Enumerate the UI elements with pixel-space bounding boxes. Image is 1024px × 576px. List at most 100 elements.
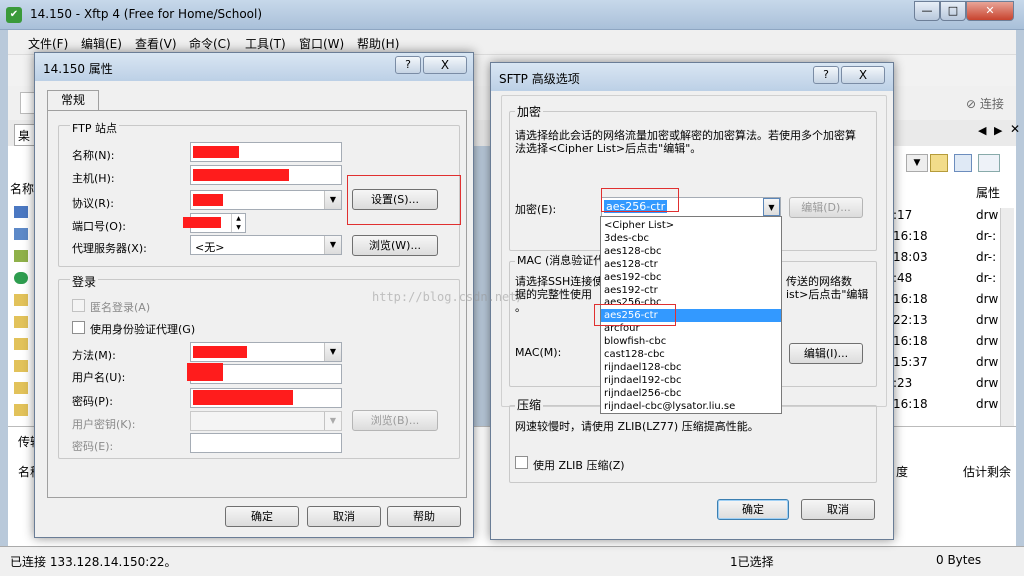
tab-general[interactable]: 常规 <box>47 90 99 110</box>
remote-row-attr[interactable]: dr-: <box>976 271 996 285</box>
cipher-edit-button[interactable]: 编辑(D)... <box>789 197 863 218</box>
cipher-option[interactable]: 3des-cbc <box>601 232 781 245</box>
parent-folder-icon[interactable] <box>930 154 948 172</box>
cipher-option[interactable]: aes192-ctr <box>601 284 781 297</box>
status-size: 0 Bytes <box>936 553 982 567</box>
annotation-box <box>347 175 461 225</box>
protocol-select[interactable]: ▼ <box>190 190 342 210</box>
remote-row-attr[interactable]: drw <box>976 397 998 411</box>
protocol-label: 协议(R): <box>72 197 114 210</box>
maximize-icon[interactable]: □ <box>940 1 966 21</box>
remote-row-attr[interactable]: drw <box>976 292 998 306</box>
chevron-down-icon: ▼ <box>324 412 341 430</box>
passphrase-input[interactable] <box>190 433 342 453</box>
cipher-option[interactable]: aes128-ctr <box>601 258 781 271</box>
remote-row-time[interactable]: 16:18 <box>893 334 928 348</box>
remote-row-time[interactable]: :23 <box>893 376 912 390</box>
remote-row-time[interactable]: 16:18 <box>893 229 928 243</box>
close-icon[interactable]: X <box>423 56 467 74</box>
remote-row-time[interactable]: 18:03 <box>893 250 928 264</box>
transfer-remaining-header[interactable]: 估计剩余 <box>963 463 1011 480</box>
ok-button[interactable]: 确定 <box>225 506 299 527</box>
password-input[interactable] <box>190 388 342 408</box>
cipher-option[interactable]: aes192-cbc <box>601 271 781 284</box>
help-icon[interactable]: ? <box>395 56 421 74</box>
cipher-option[interactable]: aes128-cbc <box>601 245 781 258</box>
username-input[interactable] <box>187 363 342 384</box>
close-icon[interactable]: ✕ <box>966 1 1014 21</box>
menu-tools[interactable]: 工具(T) <box>245 35 286 52</box>
menu-window[interactable]: 窗口(W) <box>299 35 344 52</box>
tab-scroll-left-icon[interactable]: ◀ <box>978 124 986 137</box>
menu-file[interactable]: 文件(F) <box>28 35 68 52</box>
port-spinner-icon[interactable]: ▲ ▼ <box>231 214 245 232</box>
cancel-button[interactable]: 取消 <box>801 499 875 520</box>
cipher-option[interactable]: rijndael-cbc@lysator.liu.se <box>601 400 781 413</box>
method-select[interactable]: ▼ <box>190 342 342 362</box>
sftp-titlebar: SFTP 高级选项 ? X <box>491 63 893 91</box>
use-agent-label: 使用身份验证代理(G) <box>90 323 196 336</box>
cipher-option[interactable]: rijndael192-cbc <box>601 374 781 387</box>
remote-row-time[interactable]: :17 <box>893 208 912 222</box>
host-input[interactable] <box>190 165 342 185</box>
redacted-mark <box>193 346 247 358</box>
name-input[interactable] <box>190 142 342 162</box>
remote-row-attr[interactable]: drw <box>976 355 998 369</box>
attr-column-header[interactable]: 属性 <box>976 184 1000 201</box>
tab-scroll-right-icon[interactable]: ▶ <box>994 124 1002 137</box>
folder-icon <box>14 382 28 394</box>
remote-row-attr[interactable]: drw <box>976 313 998 327</box>
cipher-option[interactable]: rijndael256-cbc <box>601 387 781 400</box>
globe-icon <box>14 272 28 284</box>
cipher-option[interactable]: cast128-cbc <box>601 348 781 361</box>
user-key-select[interactable]: ▼ <box>190 411 342 431</box>
menu-help[interactable]: 帮助(H) <box>357 35 399 52</box>
remote-row-attr[interactable]: drw <box>976 334 998 348</box>
remote-row-attr[interactable]: dr-: <box>976 229 996 243</box>
annotation-box <box>594 304 676 326</box>
remote-row-time[interactable]: :48 <box>893 271 912 285</box>
help-icon[interactable]: ? <box>813 66 839 84</box>
port-input[interactable]: ▲ ▼ <box>183 213 246 233</box>
proxy-label: 代理服务器(X): <box>72 242 147 255</box>
mac-edit-button[interactable]: 编辑(I)... <box>789 343 863 364</box>
connect-button[interactable]: ⊘ 连接 <box>966 95 1004 112</box>
chevron-down-icon[interactable]: ▼ <box>763 198 780 216</box>
key-browse-button[interactable]: 浏览(B)... <box>352 410 438 431</box>
remote-row-attr[interactable]: dr-: <box>976 250 996 264</box>
use-agent-checkbox[interactable] <box>72 321 85 334</box>
anonymous-label: 匿名登录(A) <box>90 301 151 314</box>
view-mode-icon[interactable] <box>978 154 1000 172</box>
close-icon[interactable]: X <box>841 66 885 84</box>
properties-title: 14.150 属性 <box>43 62 113 76</box>
cipher-option[interactable]: blowfish-cbc <box>601 335 781 348</box>
remote-row-time[interactable]: 15:37 <box>893 355 928 369</box>
refresh-icon[interactable] <box>954 154 972 172</box>
menu-view[interactable]: 查看(V) <box>135 35 177 52</box>
transfer-speed-header[interactable]: 度 <box>896 463 908 480</box>
menu-command[interactable]: 命令(C) <box>189 35 231 52</box>
ok-button[interactable]: 确定 <box>717 499 789 520</box>
anonymous-checkbox[interactable] <box>72 299 85 312</box>
menu-edit[interactable]: 编辑(E) <box>81 35 122 52</box>
cancel-button[interactable]: 取消 <box>307 506 381 527</box>
vertical-scrollbar[interactable] <box>1000 208 1014 426</box>
proxy-browse-button[interactable]: 浏览(W)... <box>352 235 438 256</box>
encryption-group-label: 加密 <box>515 103 544 120</box>
local-name-header[interactable]: 名称 <box>10 180 34 197</box>
help-button[interactable]: 帮助 <box>387 506 461 527</box>
remote-row-attr[interactable]: drw <box>976 208 998 222</box>
remote-row-time[interactable]: 16:18 <box>893 292 928 306</box>
zlib-checkbox[interactable] <box>515 456 528 469</box>
window-title: 14.150 - Xftp 4 (Free for Home/School) <box>30 7 263 21</box>
cipher-option[interactable]: <Cipher List> <box>601 219 781 232</box>
cipher-option[interactable]: rijndael128-cbc <box>601 361 781 374</box>
folder-icon <box>14 360 28 372</box>
minimize-icon[interactable]: — <box>914 1 940 21</box>
remote-row-time[interactable]: 16:18 <box>893 397 928 411</box>
view-dropdown-icon[interactable]: ▼ <box>906 154 928 172</box>
tab-close-icon[interactable]: ✕ <box>1010 122 1020 136</box>
remote-row-attr[interactable]: drw <box>976 376 998 390</box>
remote-row-time[interactable]: 22:13 <box>893 313 928 327</box>
proxy-select[interactable]: <无> ▼ <box>190 235 342 255</box>
